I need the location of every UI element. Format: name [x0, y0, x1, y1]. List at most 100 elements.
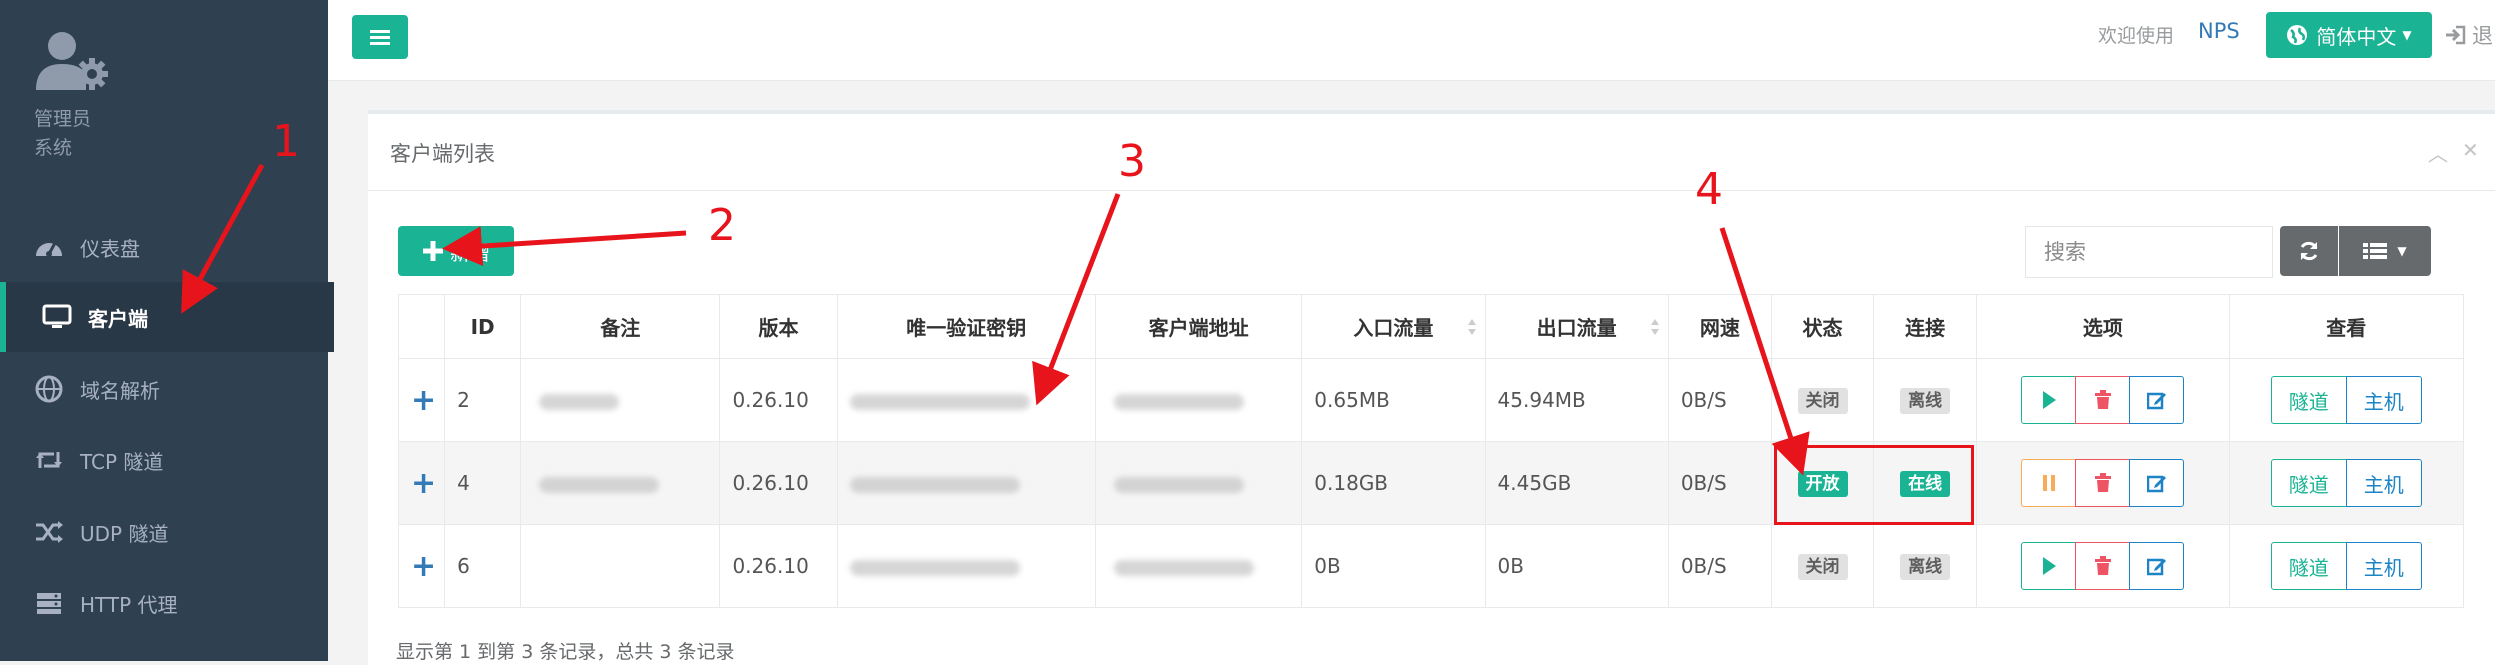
- col-out-flow[interactable]: 出口流量: [1484, 294, 1669, 359]
- cell-view: 隧道 主机: [2228, 524, 2465, 608]
- col-in-flow[interactable]: 入口流量: [1301, 294, 1486, 359]
- sidebar: 管理员 系统 仪表盘 客户端 域名解析 TCP 隧道 UDP 隧道 HTTP 代…: [0, 0, 334, 661]
- user-settings-icon[interactable]: [34, 30, 114, 96]
- retweet-icon: [32, 443, 66, 477]
- caret-down-icon: ▼: [2402, 28, 2412, 42]
- add-client-label: 新增: [450, 240, 490, 265]
- sidebar-item-label: 域名解析: [80, 378, 160, 403]
- cell-version: 0.26.10: [719, 524, 838, 608]
- collapse-icon[interactable]: ︿: [2428, 138, 2448, 167]
- col-id[interactable]: ID: [444, 294, 522, 359]
- logout-link[interactable]: 退: [2444, 20, 2493, 50]
- expand-row-icon[interactable]: +: [397, 358, 446, 442]
- cell-vkey: [836, 358, 1096, 442]
- brand-link[interactable]: NPS: [2198, 19, 2240, 43]
- table-row: + 4 0.26.10 0.18GB 4.45GB 0B/S 开放 在线 隧道: [397, 441, 2465, 525]
- hamburger-icon: [370, 30, 390, 45]
- annotation-number-4: 4: [1695, 164, 1723, 215]
- sort-icon: [1650, 319, 1659, 335]
- col-version[interactable]: 版本: [719, 294, 838, 359]
- options-group: [2021, 542, 2185, 590]
- host-button[interactable]: 主机: [2345, 376, 2422, 424]
- start-button[interactable]: [2021, 376, 2077, 424]
- desktop-icon: [40, 300, 74, 334]
- cell-vkey: [836, 441, 1096, 525]
- cell-options: [1976, 441, 2230, 525]
- cell-connect: 离线: [1873, 358, 1978, 442]
- pagination-info: 显示第 1 到第 3 条记录，总共 3 条记录: [396, 641, 735, 663]
- col-connect[interactable]: 连接: [1873, 294, 1978, 359]
- sidebar-item-clients[interactable]: 客户端: [0, 282, 334, 352]
- globe-icon: [2287, 25, 2308, 45]
- table-row: + 6 0.26.10 0B 0B 0B/S 关闭 离线 隧道 主机: [397, 524, 2465, 608]
- col-vkey[interactable]: 唯一验证密钥: [836, 294, 1096, 359]
- options-group: [2021, 459, 2185, 507]
- profile-name: 管理员: [34, 108, 92, 130]
- connect-badge: 在线: [1900, 470, 1951, 497]
- language-dropdown[interactable]: 简体中文 ▼: [2266, 12, 2432, 58]
- sidebar-item-tcp[interactable]: TCP 隧道: [0, 425, 328, 495]
- cell-remark: [520, 524, 721, 608]
- status-badge: 关闭: [1797, 387, 1848, 414]
- delete-button[interactable]: [2075, 376, 2131, 424]
- cell-id: 4: [444, 441, 522, 525]
- cell-out-flow: 0B: [1484, 524, 1669, 608]
- edit-button[interactable]: [2129, 376, 2185, 424]
- close-icon[interactable]: ✕: [2462, 138, 2479, 167]
- edit-button[interactable]: [2129, 542, 2185, 590]
- view-group: 隧道 主机: [2270, 376, 2422, 424]
- start-button[interactable]: [2021, 542, 2077, 590]
- cell-out-flow: 4.45GB: [1484, 441, 1669, 525]
- col-speed[interactable]: 网速: [1667, 294, 1772, 359]
- table-header-row: ID 备注 版本 唯一验证密钥 客户端地址 入口流量 出口流量 网速 状态 连接…: [397, 294, 2465, 359]
- menu-toggle-button[interactable]: [352, 15, 408, 59]
- tunnel-button[interactable]: 隧道: [2270, 542, 2347, 590]
- add-client-button[interactable]: 新增: [398, 226, 514, 276]
- status-badge: 关闭: [1797, 553, 1848, 580]
- pause-icon: [2042, 475, 2055, 491]
- sort-icon: [1467, 319, 1476, 335]
- edit-button[interactable]: [2129, 459, 2185, 507]
- stop-button[interactable]: [2021, 459, 2077, 507]
- cell-status: 关闭: [1770, 524, 1875, 608]
- col-remark[interactable]: 备注: [520, 294, 721, 359]
- host-button[interactable]: 主机: [2345, 459, 2422, 507]
- trash-icon: [2094, 556, 2111, 575]
- cell-connect: 在线: [1873, 441, 1978, 525]
- columns-toggle-button[interactable]: ▼: [2339, 226, 2431, 276]
- delete-button[interactable]: [2075, 542, 2131, 590]
- delete-button[interactable]: [2075, 459, 2131, 507]
- search-input[interactable]: [2025, 226, 2273, 278]
- cell-address: [1094, 441, 1303, 525]
- expand-row-icon[interactable]: +: [397, 441, 446, 525]
- edit-icon: [2146, 558, 2166, 576]
- cell-id: 6: [444, 524, 522, 608]
- cell-address: [1094, 524, 1303, 608]
- sidebar-item-http[interactable]: HTTP 代理: [0, 568, 328, 638]
- col-out-flow-label: 出口流量: [1536, 316, 1617, 340]
- sidebar-item-udp[interactable]: UDP 隧道: [0, 497, 328, 567]
- tunnel-button[interactable]: 隧道: [2270, 376, 2347, 424]
- host-button[interactable]: 主机: [2345, 542, 2422, 590]
- col-view: 查看: [2228, 294, 2465, 359]
- col-status[interactable]: 状态: [1770, 294, 1875, 359]
- cell-address: [1094, 358, 1303, 442]
- edit-icon: [2146, 392, 2166, 410]
- sidebar-item-label: HTTP 代理: [80, 592, 178, 617]
- col-address[interactable]: 客户端地址: [1094, 294, 1303, 359]
- expand-row-icon[interactable]: +: [397, 524, 446, 608]
- refresh-icon: [2300, 241, 2318, 261]
- view-group: 隧道 主机: [2270, 459, 2422, 507]
- sidebar-item-domain[interactable]: 域名解析: [0, 354, 328, 424]
- connect-badge: 离线: [1900, 387, 1951, 414]
- sidebar-item-label: 仪表盘: [80, 236, 140, 261]
- cell-remark: [520, 441, 721, 525]
- cell-in-flow: 0B: [1301, 524, 1486, 608]
- cell-speed: 0B/S: [1667, 358, 1772, 442]
- view-group: 隧道 主机: [2270, 542, 2422, 590]
- refresh-button[interactable]: [2280, 226, 2338, 276]
- sidebar-item-dashboard[interactable]: 仪表盘: [0, 212, 328, 282]
- random-icon: [32, 515, 66, 549]
- welcome-text: 欢迎使用: [2098, 25, 2175, 47]
- tunnel-button[interactable]: 隧道: [2270, 459, 2347, 507]
